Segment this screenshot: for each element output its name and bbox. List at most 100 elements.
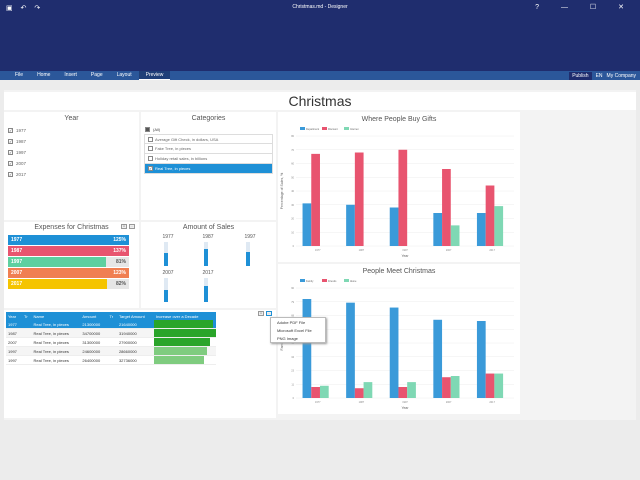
legend-swatch — [300, 127, 305, 130]
expense-bar-2007[interactable]: 2007 123% — [8, 268, 129, 278]
checkbox-icon[interactable] — [148, 146, 153, 151]
checkbox-icon[interactable]: ✓ — [148, 166, 153, 171]
export-png-item[interactable]: PNG Image — [271, 335, 325, 343]
menu-page[interactable]: Page — [84, 71, 110, 80]
menu-home[interactable]: Home — [30, 71, 57, 80]
cell-target: 27900000 — [116, 337, 154, 347]
bar-alone-2017 — [494, 373, 504, 398]
expense-bar-1987[interactable]: 1987 137% — [8, 246, 129, 256]
cell-name: Real Tree, in pieces — [31, 337, 81, 347]
company-menu[interactable]: My Company — [607, 73, 636, 79]
cell-increase — [154, 355, 216, 365]
sales-gauge-1987: 1987 — [196, 234, 220, 268]
y-tick-label: 50 — [291, 176, 294, 179]
checkbox-icon[interactable]: ✓ — [8, 161, 13, 166]
export-icon[interactable]: ⇩ — [258, 311, 264, 316]
table-row[interactable]: 1997 Real Tree, in pieces 24600000 28660000 — [6, 346, 216, 356]
more-icon[interactable]: … — [266, 311, 272, 316]
language-selector[interactable]: EN — [596, 73, 603, 79]
table-row[interactable]: 1987 Real Tree, in pieces 34700000 31940000 — [6, 328, 216, 338]
bar-discount-1987 — [354, 152, 364, 246]
cell-name: Real Tree, in pieces — [31, 328, 81, 338]
y-tick-label: 20 — [291, 218, 294, 221]
cell-amount: 34700000 — [80, 328, 108, 338]
categories-panel-title: Categories — [191, 115, 226, 122]
year-item-2017[interactable]: ✓ 2017 — [8, 169, 135, 180]
export-icon[interactable]: ⇩ — [121, 224, 127, 229]
bar-internet-2017 — [494, 206, 504, 246]
table-row[interactable]: 1997 Real Tree, in pieces 26400000 32736000 — [6, 355, 216, 365]
bar-family-1977 — [302, 299, 312, 398]
cell-target: 32736000 — [116, 355, 154, 365]
expenses-bar-list: 1977 125% 1987 137% 1997 81% 2007 123% 2017 82% — [4, 231, 139, 294]
category-item-label: Average Gift Check, in dollars, USA — [155, 136, 219, 142]
col-target-header[interactable]: Target Amount — [116, 312, 154, 320]
cell-amount: 26400000 — [80, 355, 108, 365]
checkbox-icon[interactable] — [145, 127, 150, 132]
x-tick-label: 1997 — [402, 401, 408, 404]
category-item[interactable]: Fake Tree, in pieces — [144, 144, 273, 154]
year-item-label: 1987 — [16, 139, 27, 144]
year-item-2007[interactable]: ✓ 2007 — [8, 158, 135, 169]
bar-alone-1987 — [363, 382, 373, 398]
year-panel-title: Year — [64, 115, 79, 122]
category-all[interactable]: (All) — [141, 122, 276, 134]
export-pdf-item[interactable]: Adobe PDF File — [271, 319, 325, 327]
expense-year-label: 2017 — [11, 281, 23, 287]
year-item-1977[interactable]: ✓ 1977 — [8, 125, 135, 136]
col-year-header[interactable]: Year — [6, 312, 23, 320]
chart-title: People Meet Christmas — [363, 268, 436, 275]
cell-amount: 21300000 — [80, 320, 108, 329]
increase-bar — [154, 338, 210, 346]
category-item[interactable]: Holiday retail sales, in billions — [144, 154, 273, 164]
col-increase-header[interactable]: Increase over a Decade — [154, 312, 216, 320]
expense-year-label: 1987 — [11, 248, 23, 254]
gauge-year-label: 2017 — [202, 270, 214, 276]
legend-label: Friends — [328, 280, 337, 283]
expense-bar-1997[interactable]: 1997 81% — [8, 257, 129, 267]
menu-file[interactable]: File — [8, 71, 30, 80]
cell-year: 1977 — [6, 320, 23, 329]
x-tick-label: 2007 — [446, 249, 452, 252]
menu-preview[interactable]: Preview — [138, 71, 171, 80]
export-excel-item[interactable]: Microsoft Excel File — [271, 327, 325, 335]
checkbox-icon[interactable]: ✓ — [8, 128, 13, 133]
table-row[interactable]: 2007 Real Tree, in pieces 31300000 27900000 — [6, 337, 216, 347]
cell-name: Real Tree, in pieces — [31, 320, 81, 329]
window-controls[interactable]: ? — ☐ ✕ — [535, 3, 634, 11]
table-row[interactable]: 1977 Real Tree, in pieces 21300000 21640000 — [6, 320, 216, 329]
menu-layout[interactable]: Layout — [110, 71, 139, 80]
checkbox-icon[interactable]: ✓ — [8, 150, 13, 155]
category-item[interactable]: ✓ Real Tree, in pieces — [144, 164, 273, 174]
year-item-1987[interactable]: ✓ 1987 — [8, 136, 135, 147]
col-name-header[interactable]: Name — [31, 312, 81, 320]
legend-label: Alone — [350, 280, 357, 283]
expense-bar-2017[interactable]: 2017 82% — [8, 279, 129, 289]
bar-discount-1997 — [398, 149, 408, 246]
more-icon[interactable]: … — [129, 224, 135, 229]
col-tr2-header[interactable]: Tr — [107, 312, 117, 320]
publish-button[interactable]: Publish — [569, 72, 592, 80]
col-tr-header[interactable]: Tr — [22, 312, 32, 320]
expense-year-label: 1997 — [11, 259, 23, 265]
col-amount-header[interactable]: Amount — [80, 312, 108, 320]
year-item-1997[interactable]: ✓ 1997 — [8, 147, 135, 158]
expense-value-label: 81% — [115, 259, 126, 265]
checkbox-icon[interactable]: ✓ — [8, 139, 13, 144]
bar-internet-2007 — [450, 225, 460, 246]
checkbox-icon[interactable]: ✓ — [8, 172, 13, 177]
grid-header-row: Year Tr Name Amount Tr Target Amount Inc… — [6, 312, 216, 320]
checkbox-icon[interactable] — [148, 136, 153, 142]
bar-discount-2007 — [442, 169, 451, 246]
y-tick-label: 30 — [291, 204, 294, 207]
expense-bar-1977[interactable]: 1977 125% — [8, 235, 129, 245]
category-list: Average Gift Check, in dollars, USA Fake … — [141, 134, 276, 174]
category-item-label: Real Tree, in pieces — [155, 166, 191, 171]
cell-amount: 31300000 — [80, 337, 108, 347]
category-item[interactable]: Average Gift Check, in dollars, USA — [144, 134, 273, 144]
cell-increase — [154, 328, 216, 338]
y-tick-label: 80 — [291, 135, 294, 138]
bar-friends-1987 — [354, 388, 364, 398]
menu-insert[interactable]: Insert — [57, 71, 84, 80]
checkbox-icon[interactable] — [148, 156, 153, 161]
